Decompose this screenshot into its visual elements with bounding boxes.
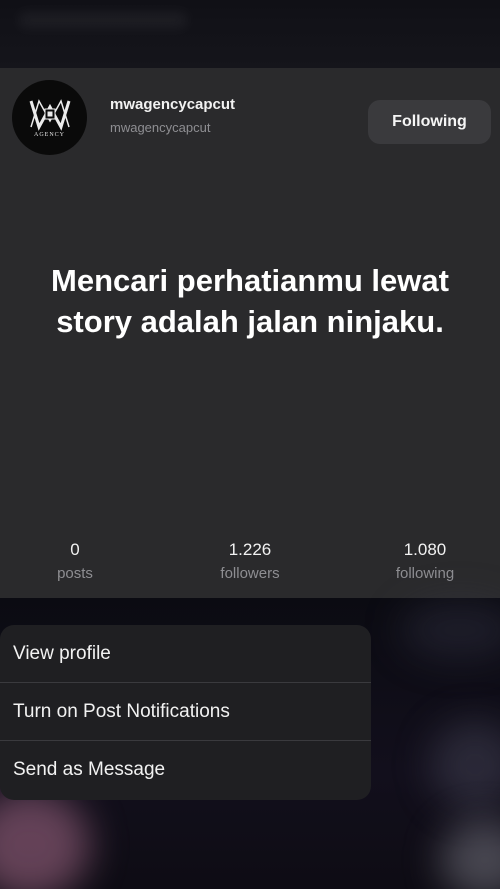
menu-item-post-notifications[interactable]: Turn on Post Notifications — [0, 683, 371, 741]
avatar-logo-text: AGENCY — [34, 132, 65, 138]
following-button[interactable]: Following — [368, 100, 491, 144]
profile-preview-card: AGENCY mwagencycapcut mwagencycapcut Fol… — [0, 68, 500, 598]
stat-posts-label: posts — [57, 565, 93, 582]
avatar[interactable]: AGENCY — [12, 80, 87, 155]
blurred-text-hint — [18, 12, 188, 28]
mw-agency-logo-icon — [29, 99, 70, 131]
stat-followers-value: 1.226 — [228, 540, 272, 559]
stat-following[interactable]: 1.080 following — [370, 540, 480, 582]
screen: AGENCY mwagencycapcut mwagencycapcut Fol… — [0, 0, 500, 889]
profile-bio-quote: Mencari perhatianmu lewat story adalah j… — [51, 263, 449, 339]
stat-posts-value: 0 — [70, 540, 80, 559]
menu-item-view-profile[interactable]: View profile — [0, 625, 371, 683]
blurred-background-top — [0, 0, 500, 68]
stat-followers-label: followers — [220, 565, 280, 582]
menu-item-send-as-message[interactable]: Send as Message — [0, 741, 371, 799]
stat-followers[interactable]: 1.226 followers — [195, 540, 305, 582]
stat-following-value: 1.080 — [403, 540, 447, 559]
context-menu: View profile Turn on Post Notifications … — [0, 625, 371, 800]
profile-handle: mwagencycapcut — [110, 120, 211, 135]
profile-username[interactable]: mwagencycapcut — [110, 96, 235, 113]
stat-posts[interactable]: 0 posts — [20, 540, 130, 582]
stat-following-label: following — [395, 565, 455, 582]
